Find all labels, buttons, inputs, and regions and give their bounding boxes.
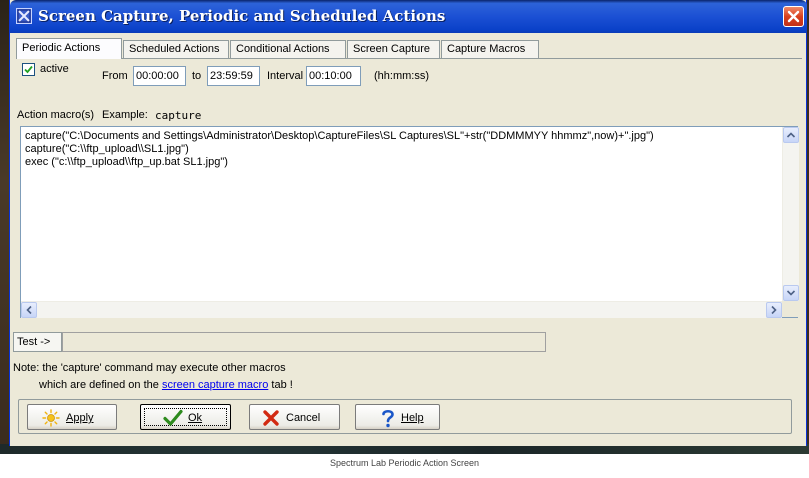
note-line-2: which are defined on the screen capture … (39, 379, 293, 391)
help-button[interactable]: Help (355, 404, 440, 430)
tab-conditional-actions[interactable]: Conditional Actions (230, 40, 346, 58)
active-label: active (40, 63, 69, 75)
scroll-left-button[interactable] (21, 302, 37, 318)
screen-capture-macro-link[interactable]: screen capture macro (162, 379, 268, 391)
app-icon[interactable] (16, 8, 32, 24)
dialog-window: Screen Capture, Periodic and Scheduled A… (9, 0, 807, 446)
note-suffix: tab ! (271, 379, 293, 391)
macro-line: exec ("c:\\ftp_upload\\ftp_up.bat SL1.jp… (25, 156, 228, 168)
tab-capture-macros[interactable]: Capture Macros (441, 40, 539, 58)
image-caption: Spectrum Lab Periodic Action Screen (329, 458, 480, 468)
scrollbar-corner (782, 301, 798, 317)
tab-periodic-actions[interactable]: Periodic Actions (16, 38, 122, 59)
chevron-left-icon (26, 305, 32, 315)
checkmark-icon (24, 65, 33, 74)
focus-ring (144, 408, 227, 426)
active-checkbox[interactable] (22, 63, 35, 76)
apply-button[interactable]: Apply (27, 404, 117, 430)
ok-label: Ok (188, 412, 203, 424)
close-button[interactable] (783, 6, 804, 27)
action-macros-textarea[interactable]: capture("C:\Documents and Settings\Admin… (20, 126, 799, 318)
cancel-button[interactable]: Cancel (249, 404, 340, 430)
example-value: capture (155, 109, 202, 122)
from-label: From (102, 70, 128, 82)
from-time-field[interactable]: 00:00:00 (133, 66, 186, 86)
checkmark-icon (163, 409, 183, 430)
scroll-up-button[interactable] (783, 127, 799, 143)
note-text: Note: the 'capture' command may execute … (13, 362, 286, 374)
apply-label: Apply (66, 412, 94, 424)
to-label: to (192, 70, 202, 82)
macro-line: capture("C:\Documents and Settings\Admin… (25, 130, 654, 142)
note-prefix: which are defined on the (39, 379, 159, 391)
to-time-field[interactable]: 23:59:59 (207, 66, 260, 86)
chevron-up-icon (786, 132, 796, 138)
test-button[interactable]: Test -> (13, 332, 62, 352)
interval-field[interactable]: 00:10:00 (306, 66, 361, 86)
help-label: Help (401, 412, 424, 424)
chevron-right-icon (771, 305, 777, 315)
chevron-down-icon (786, 290, 796, 296)
macro-line: capture("C:\\ftp_upload\\SL1.jpg") (25, 143, 189, 155)
title-bar[interactable]: Screen Capture, Periodic and Scheduled A… (10, 0, 807, 33)
question-icon (380, 408, 396, 431)
sun-icon (42, 409, 60, 430)
example-label: Example: (102, 109, 148, 121)
time-format-hint: (hh:mm:ss) (374, 70, 429, 82)
tab-screen-capture[interactable]: Screen Capture (347, 40, 440, 58)
x-icon (262, 409, 280, 430)
vertical-scrollbar[interactable] (782, 127, 799, 301)
close-icon (787, 10, 800, 23)
scroll-right-button[interactable] (766, 302, 782, 318)
interval-label: Interval (267, 70, 304, 82)
ok-button[interactable]: Ok (140, 404, 231, 430)
horizontal-scrollbar[interactable] (21, 301, 782, 318)
tab-scheduled-actions[interactable]: Scheduled Actions (123, 40, 229, 58)
cancel-label: Cancel (286, 412, 321, 424)
test-field[interactable] (62, 332, 546, 352)
window-title: Screen Capture, Periodic and Scheduled A… (38, 7, 446, 25)
scroll-down-button[interactable] (783, 285, 799, 301)
action-macros-label: Action macro(s) (17, 109, 95, 121)
